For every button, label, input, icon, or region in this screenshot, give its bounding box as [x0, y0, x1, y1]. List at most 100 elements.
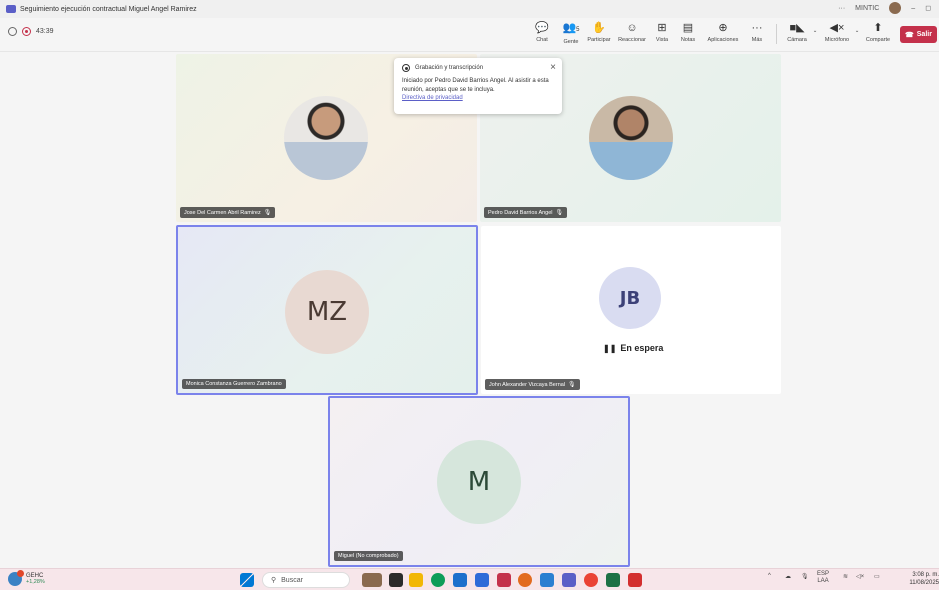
- volume-icon[interactable]: ◁×: [856, 573, 864, 580]
- edge-icon[interactable]: [431, 573, 445, 587]
- mail-icon[interactable]: [497, 573, 511, 587]
- shield-icon: [8, 27, 17, 36]
- mic-button[interactable]: ◀× Micrófono: [822, 21, 852, 43]
- ellipsis-icon: ···: [751, 22, 763, 34]
- windows-taskbar: GEHC +1,28% ⚲ Buscar ^ ☁ 🎙 ESP LAA ≋ ◁× …: [0, 568, 939, 590]
- notes-button[interactable]: ▤ Notas: [678, 21, 698, 43]
- language-indicator[interactable]: ESP LAA: [817, 571, 829, 585]
- more-label: Más: [751, 37, 763, 43]
- mic-label: Micrófono: [824, 37, 850, 43]
- mic-off-icon: 🎙: [568, 382, 576, 388]
- participant-name-tag: John Alexander Vizcaya Bernal 🎙: [485, 379, 580, 390]
- store-icon[interactable]: [453, 573, 467, 587]
- grid-icon: ⊞: [657, 22, 667, 34]
- mic-tray-icon[interactable]: 🎙: [801, 573, 809, 580]
- pause-icon: ❚❚: [603, 343, 617, 353]
- participant-initials-avatar: M: [437, 440, 521, 524]
- react-label: Reaccionar: [618, 37, 646, 43]
- mic-off-icon: 🎙: [263, 210, 272, 216]
- chat-icon: 💬: [535, 22, 549, 34]
- wifi-icon[interactable]: ≋: [843, 573, 848, 580]
- privacy-link[interactable]: Directiva de privacidad: [402, 95, 554, 101]
- people-label: Gente: [563, 39, 579, 45]
- more-icon[interactable]: ···: [838, 5, 845, 12]
- windows-start-icon[interactable]: [240, 573, 254, 587]
- stock-widget[interactable]: GEHC +1,28%: [8, 570, 45, 586]
- stock-icon: [8, 570, 24, 586]
- meeting-timer: 43:39: [36, 28, 54, 35]
- camera-label: Cámara: [787, 37, 807, 43]
- participant-initials-avatar: JB: [599, 267, 661, 329]
- more-button[interactable]: ··· Más: [748, 21, 766, 43]
- teams-icon[interactable]: [562, 573, 576, 587]
- notes-label: Notas: [680, 37, 696, 43]
- chevron-up-icon[interactable]: ^: [768, 573, 771, 579]
- chat-button[interactable]: 💬 Chat: [533, 21, 551, 43]
- people-button[interactable]: 👥5 Gente: [559, 21, 583, 45]
- participant-name-tag: Monica Constanza Guerrero Zambrano: [182, 379, 286, 389]
- pdf-icon[interactable]: [628, 573, 642, 587]
- restore-icon[interactable]: ◻: [925, 4, 931, 12]
- people-icon: 👥5: [562, 22, 580, 34]
- video-stage: Jose Del Carmen Abril Ramirez 🎙 Pedro Da…: [0, 52, 939, 568]
- apps-label: Aplicaciones: [707, 37, 739, 43]
- view-button[interactable]: ⊞ Vista: [652, 21, 672, 43]
- close-icon[interactable]: ×: [550, 62, 556, 73]
- recording-notification: Grabación y transcripción × Iniciado por…: [394, 58, 562, 114]
- recording-icon: [402, 64, 410, 72]
- participant-name-tag: Pedro David Barrios Angel 🎙: [484, 207, 568, 218]
- window-titlebar: Seguimiento ejecución contractual Miguel…: [0, 0, 939, 18]
- participant-tile[interactable]: M Miguel (No comprobado): [328, 396, 630, 567]
- participant-photo: [589, 96, 673, 180]
- chrome-icon[interactable]: [584, 573, 598, 587]
- on-hold-status: ❚❚ En espera: [603, 343, 664, 353]
- meeting-title: Seguimiento ejecución contractual Miguel…: [20, 5, 197, 13]
- camera-options-chevron-icon[interactable]: ⌄: [812, 28, 818, 34]
- participant-name-tag: Miguel (No comprobado): [334, 551, 403, 561]
- participant-tile[interactable]: JB ❚❚ En espera John Alexander Vizcaya B…: [481, 226, 781, 394]
- recording-indicator: 43:39: [8, 27, 54, 36]
- mic-off-icon: 🎙: [555, 210, 564, 216]
- system-clock[interactable]: 3:08 p. m. 11/08/2025: [905, 571, 939, 587]
- task-view-icon[interactable]: [389, 573, 403, 587]
- user-avatar[interactable]: [889, 2, 902, 14]
- camera-button[interactable]: ■◣ Cámara: [784, 21, 810, 43]
- hand-icon: ✋: [592, 22, 606, 34]
- participant-tile[interactable]: MZ Monica Constanza Guerrero Zambrano: [176, 225, 478, 395]
- app-icon[interactable]: [540, 573, 554, 587]
- recording-icon: [22, 27, 31, 36]
- share-button[interactable]: ⬆ Comparte: [862, 21, 894, 43]
- toolbar-divider: [776, 24, 777, 44]
- raise-hand-button[interactable]: ✋ Participar: [585, 21, 613, 43]
- apps-button[interactable]: ⊕ Aplicaciones: [704, 21, 742, 43]
- excel-icon[interactable]: [606, 573, 620, 587]
- react-button[interactable]: ☺ Reaccionar: [615, 21, 649, 43]
- search-input[interactable]: ⚲ Buscar: [262, 572, 350, 588]
- phone-hangup-icon: ☎: [905, 31, 914, 39]
- widget-app-icon[interactable]: [362, 573, 382, 587]
- app-icon[interactable]: [475, 573, 489, 587]
- search-icon: ⚲: [271, 577, 277, 584]
- share-icon: ⬆: [873, 22, 883, 34]
- notification-title: Grabación y transcripción: [415, 65, 484, 71]
- participant-name-tag: Jose Del Carmen Abril Ramirez 🎙: [180, 207, 276, 218]
- file-explorer-icon[interactable]: [409, 573, 423, 587]
- minimize-icon[interactable]: –: [911, 5, 915, 12]
- cloud-icon[interactable]: ☁: [785, 573, 791, 580]
- app-icon[interactable]: [518, 573, 532, 587]
- view-label: Vista: [655, 37, 669, 43]
- share-label: Comparte: [865, 37, 891, 43]
- mic-options-chevron-icon[interactable]: ⌄: [854, 28, 860, 34]
- raise-label: Participar: [587, 37, 611, 43]
- notes-icon: ▤: [682, 22, 694, 34]
- chat-label: Chat: [536, 37, 548, 43]
- leave-button[interactable]: ☎ Salir: [900, 26, 937, 43]
- notification-body: Iniciado por Pedro David Barrios Angel. …: [402, 78, 549, 93]
- camera-off-icon: ■◣: [789, 22, 805, 34]
- smile-icon: ☺: [626, 22, 638, 34]
- battery-icon[interactable]: ▭: [874, 573, 880, 580]
- participant-initials-avatar: MZ: [285, 270, 369, 354]
- mic-muted-icon: ◀×: [829, 22, 845, 34]
- meeting-toolbar: 43:39 💬 Chat 👥5 Gente ✋ Participar ☺ Rea…: [0, 18, 939, 52]
- teams-logo-icon: [6, 5, 16, 13]
